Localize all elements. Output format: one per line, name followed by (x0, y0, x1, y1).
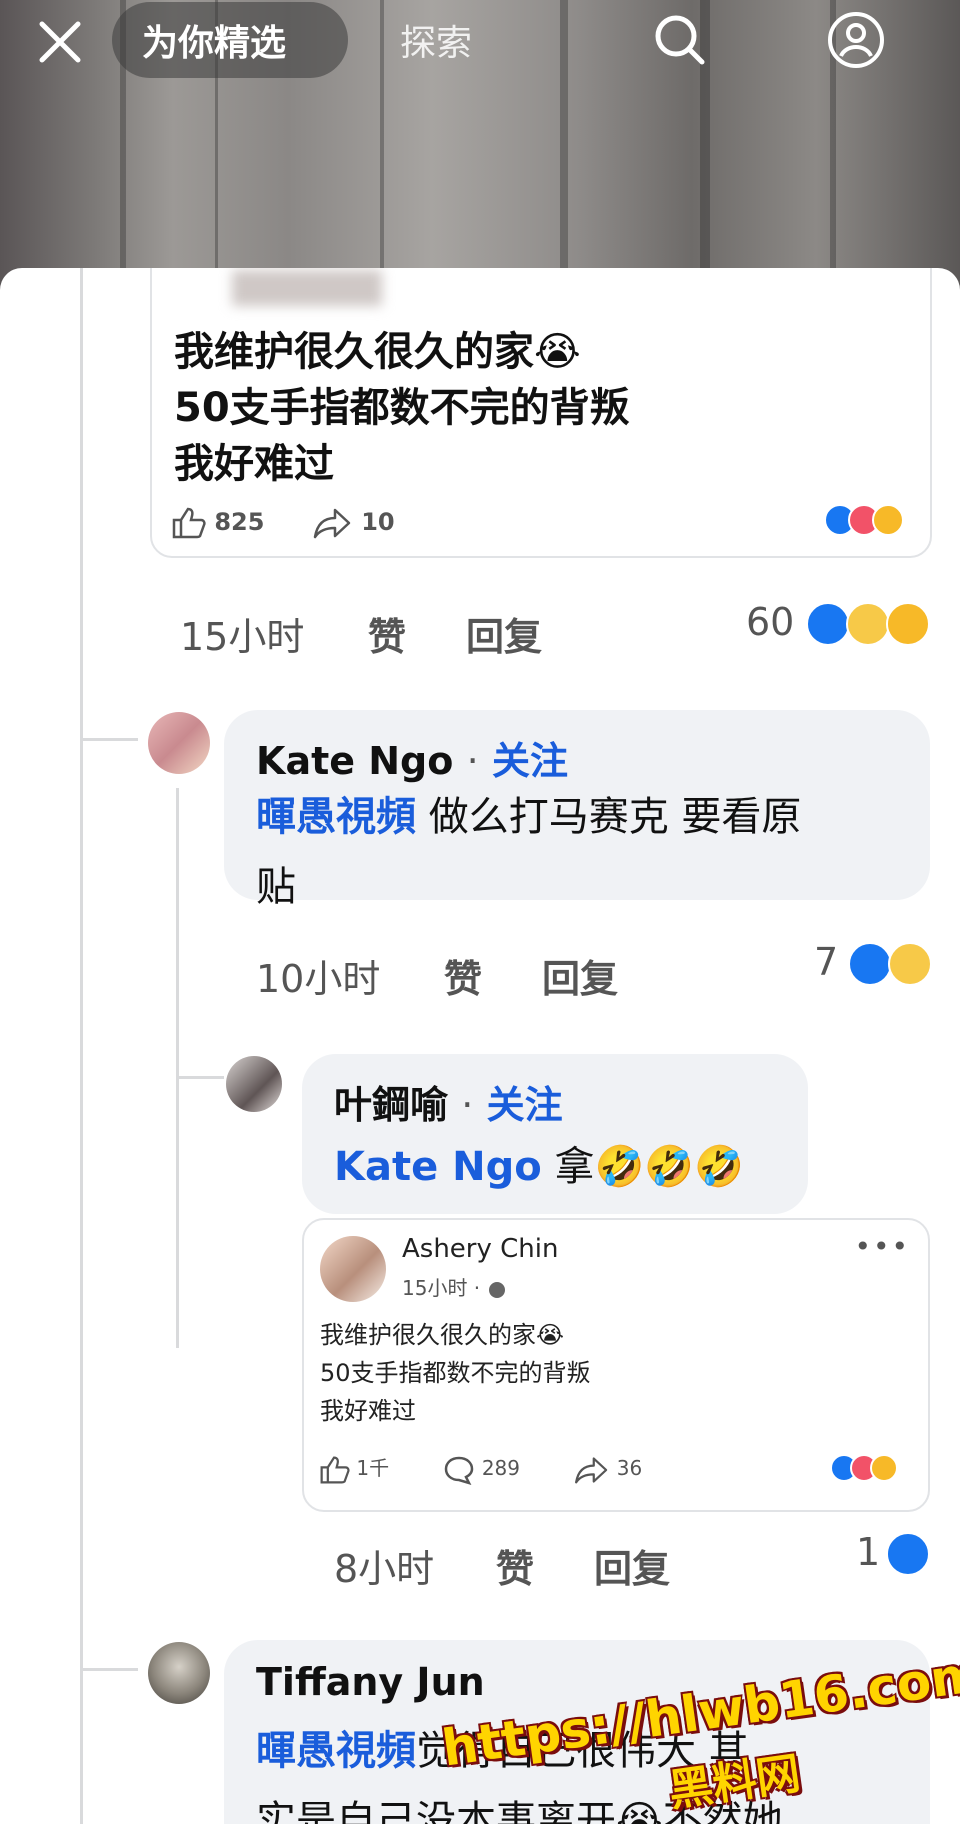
comment3-author[interactable]: 叶鋼喻 · 关注 (334, 1074, 563, 1129)
top-nav: 为你精选 探索 (0, 0, 960, 80)
shared-post-time-text: 15小时 · (402, 1276, 481, 1300)
comment3-reaction-count: 1 (856, 1530, 881, 1574)
mention-link[interactable]: 暉愚視頻 (256, 794, 416, 840)
comment2-time: 10小时 (256, 957, 381, 1001)
sad-reaction-icon (872, 504, 904, 536)
comments-sheet[interactable]: 我维护很久很久的家😭 50支手指都数不完的背叛 我好难过 825 10 15小时… (0, 268, 960, 1824)
like-reaction-icon (886, 1532, 930, 1576)
comment2-actions: 10小时 赞 回复 (256, 948, 676, 1001)
comment2-author[interactable]: Kate Ngo · 关注 (256, 730, 568, 785)
thread-line-nested (176, 788, 179, 1348)
separator-dot: · (466, 739, 479, 783)
shared-post-line: 我好难过 (320, 1397, 416, 1425)
shared-post-time: 15小时 · (402, 1272, 507, 1301)
comment-outline-icon (445, 1456, 474, 1485)
close-icon (39, 21, 81, 63)
search-button[interactable] (650, 10, 710, 70)
blurred-name (232, 270, 382, 306)
thread-branch (176, 1076, 224, 1079)
comment1-time: 15小时 (180, 615, 305, 659)
shared-share-count: 36 (616, 1456, 643, 1480)
comment1-reply-button[interactable]: 回复 (466, 606, 542, 661)
shared-post-text: 我维护很久很久的家😭 50支手指都数不完的背叛 我好难过 (320, 1316, 591, 1430)
profile-button[interactable] (826, 10, 886, 70)
like-outline-icon (172, 507, 206, 539)
embedded-post-image: 我维护很久很久的家😭 50支手指都数不完的背叛 我好难过 825 10 (150, 268, 932, 558)
wow-reaction-icon (886, 602, 930, 646)
comment2-reply-button[interactable]: 回复 (542, 948, 618, 1003)
avatar[interactable] (226, 1056, 282, 1112)
haha-reaction-icon (888, 942, 932, 986)
separator-dot: · (461, 1083, 474, 1127)
search-icon (655, 15, 705, 65)
close-button[interactable] (34, 16, 86, 68)
like-reaction-icon (806, 602, 850, 646)
mention-link[interactable]: Kate Ngo (334, 1144, 542, 1190)
comment2-reactions[interactable] (848, 940, 938, 986)
comment2-text-line2: 贴 (256, 864, 296, 910)
comment2-text-line1: 做么打马赛克 要看原 (416, 794, 802, 840)
comment1-like-button[interactable]: 赞 (368, 606, 406, 661)
thread-branch (80, 738, 138, 741)
shared-post-line: 我维护很久很久的家😭 (320, 1321, 565, 1349)
comment3-actions: 8小时 赞 回复 (334, 1538, 754, 1591)
shared-post-stats: 1千 289 36 (318, 1452, 642, 1485)
shared-comment-count: 289 (481, 1456, 520, 1480)
embed-stats: 825 10 (170, 506, 395, 540)
comment2-author-name: Kate Ngo (256, 739, 454, 783)
sad-reaction-icon (870, 1454, 898, 1482)
like-reaction-icon (848, 942, 892, 986)
mention-link[interactable]: 暉愚視頻 (256, 1728, 416, 1774)
comment1-actions: 15小时 赞 回复 (180, 606, 600, 659)
comment3-reply-button[interactable]: 回复 (594, 1538, 670, 1593)
avatar[interactable] (148, 712, 210, 774)
haha-reaction-icon (846, 602, 890, 646)
comment2-reaction-count: 7 (814, 940, 839, 984)
profile-icon (828, 12, 884, 68)
embed-line-1: 我维护很久很久的家😭 (174, 329, 581, 375)
comment4-author[interactable]: Tiffany Jun (256, 1660, 485, 1704)
comment2-bubble: Kate Ngo · 关注 暉愚視頻 做么打马赛克 要看原 贴 (224, 710, 930, 910)
embed-line-3: 我好难过 (174, 441, 334, 487)
comment1-reaction-count: 60 (746, 600, 795, 644)
comment3-bubble: 叶鋼喻 · 关注 Kate Ngo 拿🤣🤣🤣 (302, 1054, 808, 1214)
embed-line-2: 50支手指都数不完的背叛 (174, 385, 630, 431)
thread-branch (80, 1668, 138, 1671)
embed-share-count: 10 (361, 508, 395, 536)
comment3-text-body: 拿🤣🤣🤣 (541, 1144, 744, 1190)
tab-for-you[interactable]: 为你精选 (142, 14, 286, 66)
comment1-reactions[interactable] (806, 600, 936, 646)
comment3-reactions[interactable] (886, 1530, 936, 1576)
comment3-author-name: 叶鋼喻 (334, 1083, 449, 1127)
follow-button[interactable]: 关注 (492, 739, 568, 783)
more-options-icon[interactable]: ••• (854, 1230, 910, 1263)
shared-post-author: Ashery Chin (402, 1234, 559, 1264)
follow-button[interactable]: 关注 (487, 1083, 563, 1127)
like-outline-icon (320, 1456, 350, 1483)
embed-like-count: 825 (214, 508, 265, 536)
tab-explore[interactable]: 探索 (400, 14, 472, 66)
avatar[interactable] (148, 1642, 210, 1704)
comment3-like-button[interactable]: 赞 (496, 1538, 534, 1593)
comment2-like-button[interactable]: 赞 (444, 948, 482, 1003)
shared-post-image[interactable]: Ashery Chin 15小时 · ••• 我维护很久很久的家😭 50支手指都… (302, 1218, 930, 1512)
embed-reactions (824, 502, 914, 536)
share-outline-icon (575, 1456, 608, 1483)
thread-line (80, 268, 83, 1824)
share-outline-icon (313, 508, 351, 539)
comment2-text: 暉愚視頻 做么打马赛克 要看原 贴 (256, 782, 916, 922)
globe-icon (488, 1281, 505, 1298)
shared-like-count: 1千 (356, 1456, 390, 1480)
comment3-time: 8小时 (334, 1547, 435, 1591)
shared-post-reactions (830, 1454, 920, 1484)
comment3-text: Kate Ngo 拿🤣🤣🤣 (334, 1132, 804, 1202)
shared-post-line: 50支手指都数不完的背叛 (320, 1359, 591, 1387)
avatar (320, 1236, 386, 1302)
